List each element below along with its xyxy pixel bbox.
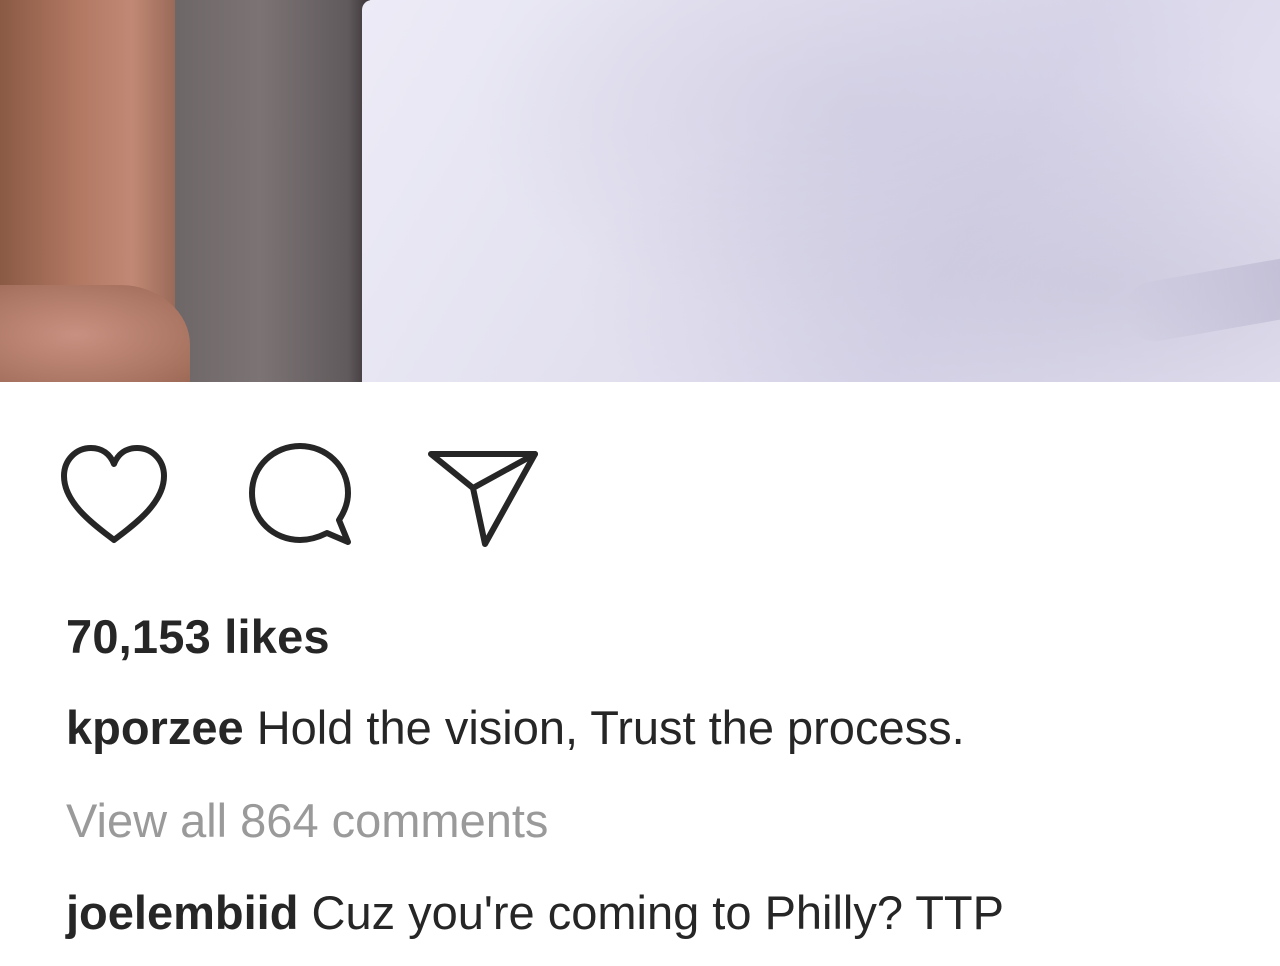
- photo-shirt: [362, 0, 1280, 382]
- share-button[interactable]: [425, 440, 541, 550]
- view-all-comments-link[interactable]: View all 864 comments: [66, 793, 548, 848]
- comment-icon: [249, 443, 351, 545]
- post-caption: kporzee Hold the vision, Trust the proce…: [66, 700, 965, 755]
- caption-text: Hold the vision, Trust the process.: [256, 701, 965, 754]
- shirt-fold: [1119, 213, 1280, 347]
- comment-username[interactable]: joelembiid: [66, 886, 298, 939]
- likes-count[interactable]: 70,153 likes: [66, 609, 330, 664]
- post-photo[interactable]: [0, 0, 1280, 382]
- post-action-bar: [0, 440, 600, 550]
- comment-button[interactable]: [242, 440, 358, 550]
- comment-text: Cuz you're coming to Philly? TTP: [311, 886, 1005, 939]
- like-button[interactable]: [56, 440, 172, 550]
- photo-hand: [0, 285, 190, 382]
- comment-item: joelembiid Cuz you're coming to Philly? …: [66, 885, 1004, 940]
- caption-username[interactable]: kporzee: [66, 701, 244, 754]
- share-icon: [428, 451, 538, 547]
- heart-icon: [61, 445, 167, 543]
